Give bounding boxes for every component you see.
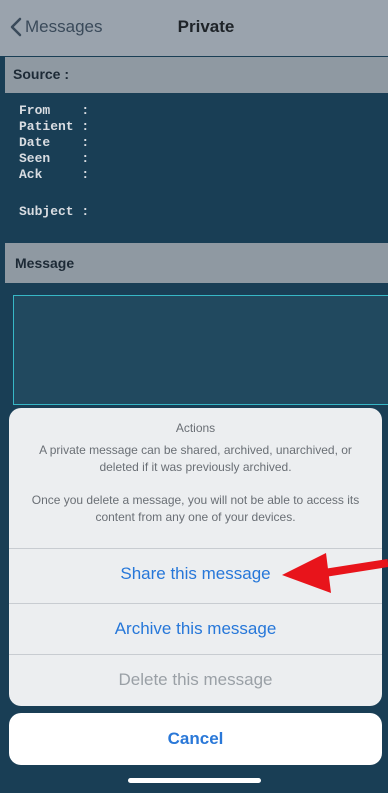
description-warning: Once you delete a message, you will not … [31, 493, 360, 524]
home-indicator [128, 778, 261, 783]
message-body[interactable] [13, 295, 388, 405]
source-section-header: Source : [5, 57, 388, 93]
title-text: Private [177, 17, 235, 36]
description-text: A private message can be shared, archive… [39, 443, 352, 474]
source-header-label: Source : [13, 66, 70, 82]
archive-message-button[interactable]: Archive this message [9, 603, 382, 654]
source-fields: From : Patient : Date : Seen : Ack : [19, 103, 89, 183]
patient-field-label: Patient : [19, 119, 90, 134]
from-field-label: From : [19, 103, 90, 118]
date-field-label: Date : [19, 135, 90, 150]
seen-field-label: Seen : [19, 151, 90, 166]
subject-field-label: Subject : [19, 204, 90, 219]
message-section-header: Message [5, 243, 388, 283]
action-sheet-description: A private message can be shared, archive… [23, 442, 368, 525]
delete-message-button[interactable]: Delete this message [9, 654, 382, 705]
cancel-button[interactable]: Cancel [9, 713, 382, 765]
ack-field-label: Ack : [19, 167, 90, 182]
share-message-button[interactable]: Share this message [9, 548, 382, 599]
message-header-label: Message [15, 255, 75, 271]
navigation-bar: Messages Private [0, 0, 388, 56]
action-sheet: Actions A private message can be shared,… [9, 408, 382, 706]
page-title: Private [6, 17, 388, 37]
action-sheet-title: Actions [175, 421, 216, 435]
